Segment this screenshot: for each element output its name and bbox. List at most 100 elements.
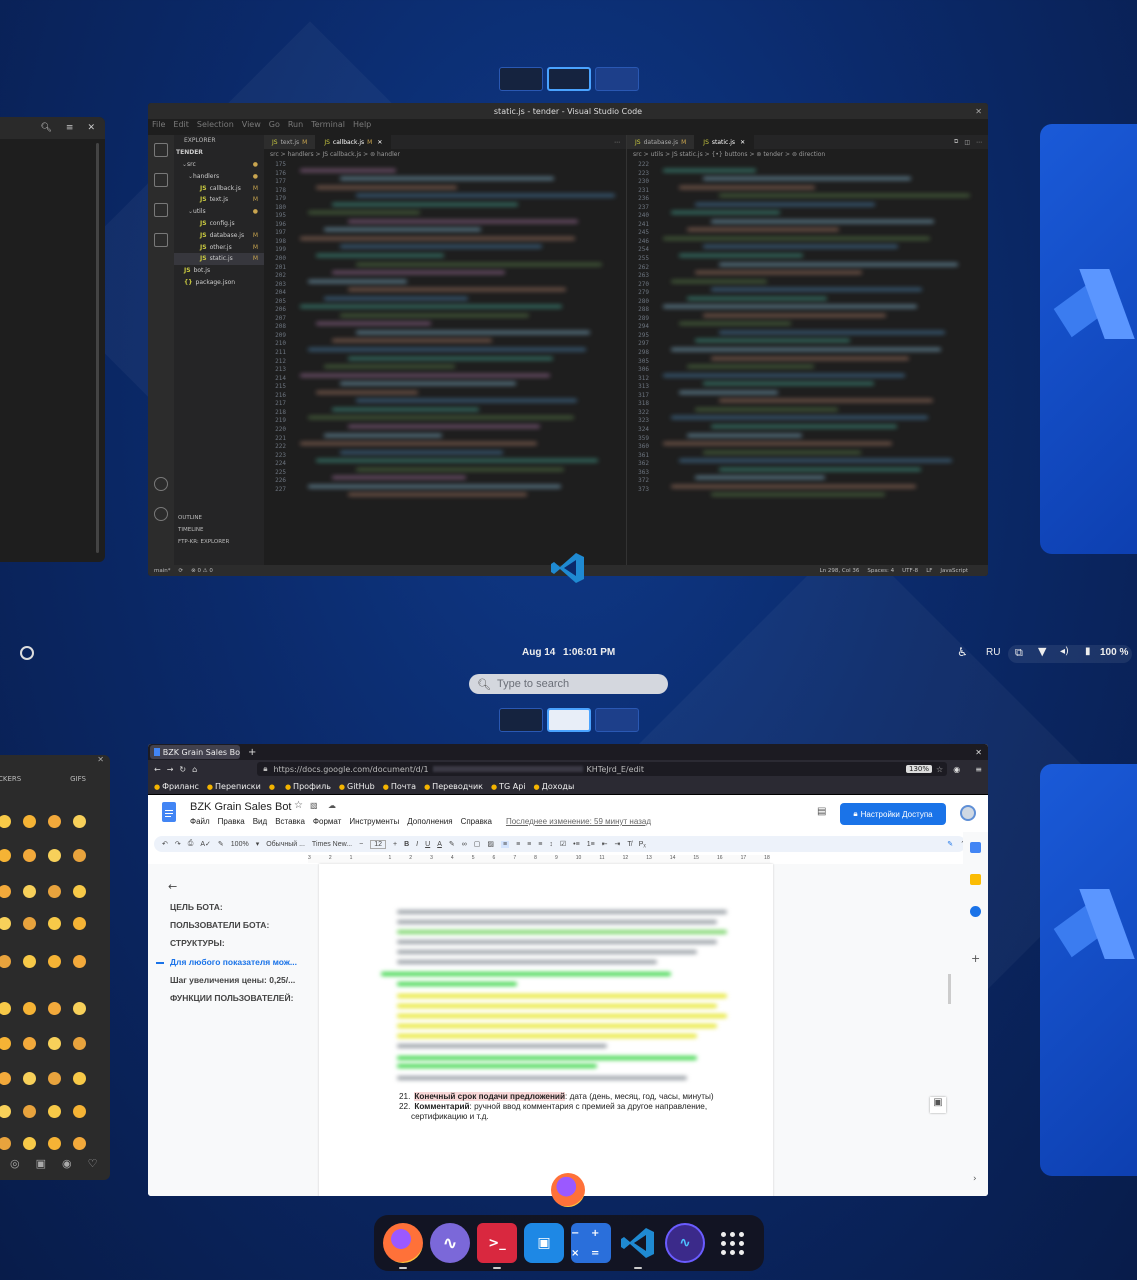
- dock-system-monitor[interactable]: ∿: [665, 1223, 705, 1263]
- indent-increase-icon[interactable]: ⇥: [615, 840, 621, 848]
- indent-decrease-icon[interactable]: ⇤: [602, 840, 608, 848]
- forward-icon[interactable]: →: [167, 765, 174, 774]
- source-control-icon[interactable]: [154, 233, 168, 247]
- dock-app-purple[interactable]: ∿: [430, 1223, 470, 1263]
- image-icon[interactable]: ▨: [487, 840, 494, 848]
- vscode-window[interactable]: static.js - tender - Visual Studio Code …: [148, 103, 988, 576]
- undo-icon[interactable]: ↶: [162, 840, 168, 848]
- heart-icon[interactable]: ♡: [88, 1157, 98, 1170]
- explore-icon[interactable]: ▣: [930, 1097, 946, 1113]
- clear-format-icon[interactable]: T̸: [627, 841, 631, 848]
- tree-item[interactable]: {} package.json: [174, 277, 264, 289]
- emoji-item[interactable]: [48, 849, 61, 862]
- link-icon[interactable]: ∞: [462, 841, 467, 848]
- sport-category-icon[interactable]: ◎: [10, 1157, 20, 1170]
- tab-text-js[interactable]: JS text.js M: [264, 135, 317, 149]
- code-content-blurred[interactable]: [663, 163, 973, 502]
- menu-format[interactable]: Формат: [313, 817, 341, 826]
- emoji-item[interactable]: [48, 1072, 61, 1085]
- menu-addons[interactable]: Дополнения: [407, 817, 452, 826]
- breadcrumb[interactable]: src > handlers > JS callback.js > ⊚ hand…: [264, 149, 626, 159]
- last-edit-link[interactable]: Последнее изменение: 59 минут назад: [506, 817, 651, 826]
- menu-icon[interactable]: ≡: [975, 765, 982, 774]
- emoji-item[interactable]: [0, 1002, 11, 1015]
- font-size-decrease[interactable]: −: [359, 841, 363, 848]
- outline-item[interactable]: ПОЛЬЗОВАТЕЛИ БОТА:: [170, 920, 310, 938]
- bookmark-github[interactable]: GitHub: [339, 782, 375, 791]
- tree-item[interactable]: JS config.js: [174, 218, 264, 230]
- checklist-icon[interactable]: ☑: [560, 840, 566, 848]
- menu-view[interactable]: Вид: [253, 817, 267, 826]
- emoji-item[interactable]: [23, 955, 36, 968]
- keep-icon[interactable]: [970, 874, 981, 885]
- bookmark-profile[interactable]: Профиль: [285, 782, 331, 791]
- bookmark-translator[interactable]: Переводчик: [424, 782, 483, 791]
- split-editor-icon[interactable]: ◫: [964, 139, 970, 146]
- emoji-item[interactable]: [48, 815, 61, 828]
- ftp-explorer-section[interactable]: FTP-KR: EXPLORER: [174, 539, 264, 545]
- dock-terminal[interactable]: >_: [477, 1223, 517, 1269]
- share-button[interactable]: 🔒︎ Настройки Доступа: [840, 803, 946, 825]
- align-left-icon[interactable]: ≡: [500, 840, 510, 848]
- menu-selection[interactable]: Selection: [197, 120, 234, 129]
- font-size-input[interactable]: 12: [370, 839, 387, 849]
- outline-item[interactable]: Для любого показателя мож...: [156, 957, 310, 975]
- extension-icon[interactable]: ◉: [953, 765, 960, 774]
- tree-item[interactable]: JS bot.js: [174, 265, 264, 277]
- emoji-item[interactable]: [0, 815, 11, 828]
- clock-label[interactable]: 1:06:01 PM: [563, 647, 615, 658]
- bookmark-income[interactable]: Доходы: [534, 782, 575, 791]
- style-select[interactable]: Обычный ...: [266, 841, 305, 848]
- url-bar[interactable]: 🔒︎ https://docs.google.com/document/d/1 …: [257, 762, 948, 776]
- bookmark-freelance[interactable]: Фриланс: [154, 782, 199, 791]
- emoji-item[interactable]: [48, 1037, 61, 1050]
- line-spacing-icon[interactable]: ↕: [549, 841, 553, 848]
- bullet-list-icon[interactable]: •≡: [573, 841, 580, 848]
- underline-icon[interactable]: U: [425, 841, 430, 848]
- compare-icon[interactable]: ⧉: [954, 138, 958, 146]
- dock-vscode[interactable]: [618, 1223, 658, 1269]
- emoji-item[interactable]: [48, 885, 61, 898]
- move-icon[interactable]: ▧: [310, 801, 318, 810]
- avatar[interactable]: [960, 805, 976, 821]
- emoji-item[interactable]: [0, 1105, 11, 1118]
- emoji-item[interactable]: [23, 1137, 36, 1150]
- print-icon[interactable]: ⎙: [188, 840, 194, 848]
- emoji-item[interactable]: [73, 885, 86, 898]
- language-mode[interactable]: JavaScript: [940, 568, 968, 574]
- font-select[interactable]: Times New...: [312, 841, 352, 848]
- tab-static-js[interactable]: JS static.js ✕: [695, 135, 755, 149]
- close-icon[interactable]: ✕: [87, 123, 95, 133]
- menu-file[interactable]: File: [152, 120, 165, 129]
- accessibility-icon[interactable]: ♿︎: [957, 645, 968, 659]
- editing-mode-icon[interactable]: ✎: [947, 840, 953, 848]
- star-icon[interactable]: ☆: [294, 800, 303, 811]
- emoji-item[interactable]: [48, 955, 61, 968]
- tab-callback-js[interactable]: JS callback.js M ✕: [316, 135, 392, 149]
- bookmark-chats[interactable]: Переписки: [207, 782, 261, 791]
- sync-icon[interactable]: ⟳: [179, 568, 184, 574]
- redo-icon[interactable]: ↷: [175, 840, 181, 848]
- tree-item[interactable]: JS static.js M: [174, 252, 264, 265]
- more-icon[interactable]: ⋯: [976, 139, 982, 146]
- firefox-window[interactable]: BZK Grain Sales Bo + ✕ ← → ↻ ⌂ 🔒︎ https:…: [148, 744, 988, 1196]
- emoji-item[interactable]: [73, 1002, 86, 1015]
- menu-run[interactable]: Run: [288, 120, 303, 129]
- emoji-item[interactable]: [23, 1037, 36, 1050]
- tab-stickers[interactable]: CKERS: [0, 775, 21, 783]
- close-icon[interactable]: ✕: [0, 755, 110, 767]
- extensions-icon[interactable]: [154, 203, 168, 217]
- home-icon[interactable]: ⌂: [192, 765, 197, 774]
- bookmark-mail[interactable]: Почта: [383, 782, 416, 791]
- emoji-item[interactable]: [23, 815, 36, 828]
- emoji-item[interactable]: [48, 1105, 61, 1118]
- scrollbar[interactable]: [948, 974, 951, 1004]
- date-label[interactable]: Aug 14: [522, 647, 555, 658]
- font-size-increase[interactable]: +: [393, 841, 397, 848]
- tree-item[interactable]: JS callback.js M: [174, 182, 264, 194]
- menu-view[interactable]: View: [242, 120, 261, 129]
- emoji-item[interactable]: [73, 1137, 86, 1150]
- input-tools-icon[interactable]: Pᵪ: [639, 841, 646, 848]
- doc-title[interactable]: BZK Grain Sales Bot: [190, 801, 292, 813]
- emoji-item[interactable]: [73, 849, 86, 862]
